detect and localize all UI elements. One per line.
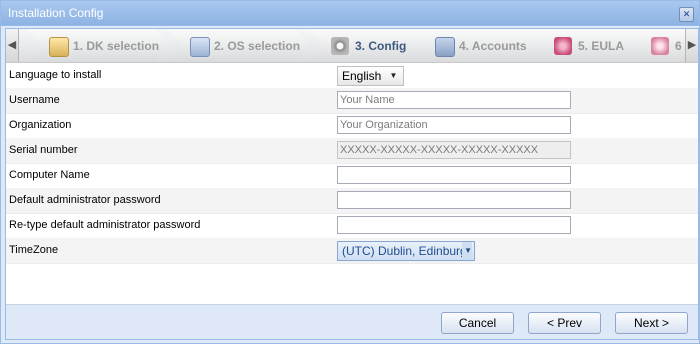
step-label: 5. EULA	[578, 39, 625, 53]
computer-name-field[interactable]	[337, 166, 571, 184]
next-button[interactable]: Next >	[615, 312, 688, 334]
admin-password-retype-field[interactable]	[337, 216, 571, 234]
timezone-row: TimeZone (UTC) Dublin, Edinburg ▼	[6, 238, 698, 264]
serial-row: Serial number XXXXX-XXXXX-XXXXX-XXXXX-XX…	[6, 138, 698, 164]
eula-icon	[554, 37, 572, 55]
step-label: 4. Accounts	[459, 39, 527, 53]
language-value: English	[342, 69, 382, 83]
timezone-value: (UTC) Dublin, Edinburg	[342, 244, 467, 258]
gear-icon	[331, 37, 349, 55]
scroll-left-icon[interactable]: ◀	[6, 29, 19, 62]
users-icon	[435, 37, 455, 57]
computer-name-label: Computer Name	[9, 169, 90, 181]
chevron-down-icon: ▼	[389, 71, 398, 80]
admin-password-label: Default administrator password	[9, 194, 161, 206]
admin-password-field[interactable]	[337, 191, 571, 209]
chevron-down-icon: ▼	[462, 242, 472, 260]
close-icon[interactable]: ✕	[679, 7, 694, 22]
scroll-right-icon[interactable]: ▶	[685, 29, 698, 62]
serial-label: Serial number	[9, 144, 78, 156]
title-bar[interactable]: Installation Config ✕	[1, 1, 699, 26]
cancel-button[interactable]: Cancel	[441, 312, 514, 334]
step-label: 3. Config	[355, 39, 407, 53]
installation-config-window: Installation Config ✕ ◀ 1. DK selection …	[0, 0, 700, 344]
serial-number-field[interactable]: XXXXX-XXXXX-XXXXX-XXXXX-XXXXX	[337, 141, 571, 159]
step-label: 2. OS selection	[214, 39, 301, 53]
language-row: Language to install English ▼	[6, 63, 698, 89]
organization-label: Organization	[9, 119, 72, 131]
step-six-icon	[651, 37, 669, 55]
wizard-footer: Cancel < Prev Next >	[6, 304, 698, 339]
username-field[interactable]: Your Name	[337, 91, 571, 109]
organization-field[interactable]: Your Organization	[337, 116, 571, 134]
prev-button[interactable]: < Prev	[528, 312, 601, 334]
step-label: 6	[675, 39, 682, 53]
timezone-label: TimeZone	[9, 244, 59, 256]
admin-password-row: Default administrator password	[6, 188, 698, 214]
language-label: Language to install	[9, 69, 102, 81]
username-label: Username	[9, 94, 60, 106]
computer-name-row: Computer Name	[6, 163, 698, 189]
admin-password-retype-label: Re-type default administrator password	[9, 219, 201, 231]
wizard-panel: ◀ 1. DK selection 2. OS selection 3. Con…	[5, 28, 699, 340]
language-select[interactable]: English ▼	[337, 66, 405, 86]
wizard-step-bar: ◀ 1. DK selection 2. OS selection 3. Con…	[6, 29, 698, 63]
username-row: Username Your Name	[6, 88, 698, 114]
admin-password-retype-row: Re-type default administrator password	[6, 213, 698, 239]
timezone-select[interactable]: (UTC) Dublin, Edinburg ▼	[337, 241, 475, 261]
step-label: 1. DK selection	[73, 39, 160, 53]
window-title: Installation Config	[8, 6, 104, 20]
organization-row: Organization Your Organization	[6, 113, 698, 139]
package-icon	[49, 37, 69, 57]
window-icon	[190, 37, 210, 57]
